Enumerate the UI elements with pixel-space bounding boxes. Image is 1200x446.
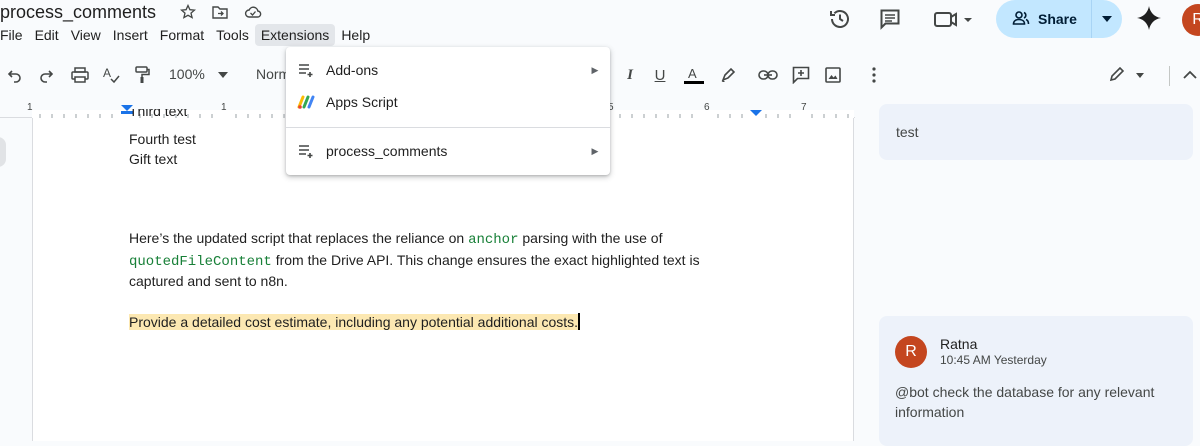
zoom-select[interactable]: 100% bbox=[169, 66, 205, 82]
comment-card[interactable]: R Ratna 10:45 AM Yesterday @bot check th… bbox=[879, 316, 1193, 446]
spellcheck-icon[interactable]: A bbox=[99, 63, 123, 87]
comments-icon[interactable] bbox=[877, 6, 903, 32]
ruler-number: 1 bbox=[27, 102, 33, 113]
more-options-icon[interactable] bbox=[862, 63, 886, 87]
highlighted-text: Provide a detailed cost estimate, includ… bbox=[129, 313, 581, 330]
menu-edit[interactable]: Edit bbox=[29, 24, 65, 46]
share-button[interactable]: Share bbox=[996, 0, 1122, 38]
menu-view[interactable]: View bbox=[65, 24, 107, 46]
collapse-menus-icon[interactable] bbox=[1178, 63, 1200, 87]
submenu-arrow-icon: ▶ bbox=[591, 145, 599, 156]
gemini-icon[interactable] bbox=[1136, 5, 1162, 31]
doc-paragraph-line: Here’s the updated script that replaces … bbox=[129, 230, 663, 248]
share-label: Share bbox=[1038, 11, 1077, 27]
comment-timestamp: 10:45 AM Yesterday bbox=[940, 353, 1047, 367]
version-history-icon[interactable] bbox=[827, 6, 853, 32]
highlight-color-icon[interactable] bbox=[716, 63, 740, 87]
share-dropdown-icon[interactable] bbox=[1092, 16, 1122, 22]
menu-help[interactable]: Help bbox=[335, 24, 376, 46]
menu-separator bbox=[286, 127, 610, 128]
svg-text:A: A bbox=[688, 66, 697, 81]
menu-file[interactable]: File bbox=[0, 24, 29, 46]
comment-avatar: R bbox=[895, 336, 927, 368]
user-avatar[interactable]: R bbox=[1182, 4, 1200, 36]
comment-text: test bbox=[896, 124, 919, 140]
doc-line-fourth: Fourth test bbox=[129, 131, 196, 147]
paint-format-icon[interactable] bbox=[130, 63, 154, 87]
cloud-saved-icon[interactable] bbox=[243, 2, 263, 22]
redo-icon[interactable] bbox=[34, 63, 58, 87]
menu-bar: File Edit View Insert Format Tools Exten… bbox=[0, 24, 376, 46]
extensions-menu: Add-ons ▶ Apps Script process_comments ▶ bbox=[286, 47, 610, 175]
share-main-button[interactable]: Share bbox=[996, 0, 1092, 38]
insert-link-icon[interactable] bbox=[756, 63, 780, 87]
text-color-icon[interactable]: A bbox=[682, 63, 706, 87]
ruler-number: 6 bbox=[704, 102, 710, 113]
menu-format[interactable]: Format bbox=[154, 24, 210, 46]
svg-text:A: A bbox=[103, 66, 111, 80]
print-icon[interactable] bbox=[68, 63, 92, 87]
editing-mode-icon[interactable] bbox=[1106, 63, 1146, 87]
undo-icon[interactable] bbox=[3, 63, 27, 87]
doc-paragraph-line: captured and sent to n8n. bbox=[129, 273, 288, 289]
addon-list-icon bbox=[286, 144, 326, 158]
code-anchor: anchor bbox=[468, 232, 519, 248]
code-quotedfilecontent: quotedFileContent bbox=[129, 254, 272, 270]
move-folder-icon[interactable] bbox=[210, 2, 230, 22]
outline-toggle[interactable] bbox=[0, 137, 6, 167]
addons-icon bbox=[286, 63, 326, 77]
add-comment-icon[interactable] bbox=[789, 63, 813, 87]
doc-line-partial: Third text bbox=[129, 109, 188, 119]
insert-image-icon[interactable] bbox=[821, 63, 845, 87]
menu-tools[interactable]: Tools bbox=[210, 24, 255, 46]
menu-item-add-ons[interactable]: Add-ons ▶ bbox=[286, 54, 610, 86]
doc-paragraph-line: quotedFileContent from the Drive API. Th… bbox=[129, 252, 700, 270]
ruler-number: 7 bbox=[801, 102, 807, 113]
text-cursor bbox=[578, 313, 581, 330]
star-icon[interactable] bbox=[178, 2, 198, 22]
ruler-number: 1 bbox=[221, 102, 227, 113]
toolbar-divider bbox=[1169, 66, 1170, 86]
submenu-arrow-icon: ▶ bbox=[591, 64, 599, 75]
apps-script-icon bbox=[286, 94, 326, 110]
zoom-dropdown-icon[interactable] bbox=[211, 63, 235, 87]
menu-item-process-comments[interactable]: process_comments ▶ bbox=[286, 135, 610, 167]
comment-card[interactable]: test bbox=[879, 104, 1193, 160]
doc-line-gift: Gift text bbox=[129, 151, 178, 167]
italic-icon[interactable]: I bbox=[618, 63, 642, 87]
menu-extensions[interactable]: Extensions bbox=[254, 24, 336, 46]
menu-item-apps-script[interactable]: Apps Script bbox=[286, 86, 610, 118]
doc-title[interactable]: process_comments bbox=[0, 2, 156, 23]
meet-icon[interactable] bbox=[933, 6, 973, 32]
people-icon bbox=[1012, 10, 1030, 29]
menu-insert[interactable]: Insert bbox=[107, 24, 154, 46]
comment-author: Ratna bbox=[940, 336, 978, 352]
comment-text: @bot check the database for any relevant… bbox=[895, 384, 1155, 420]
underline-icon[interactable]: U bbox=[648, 63, 672, 87]
